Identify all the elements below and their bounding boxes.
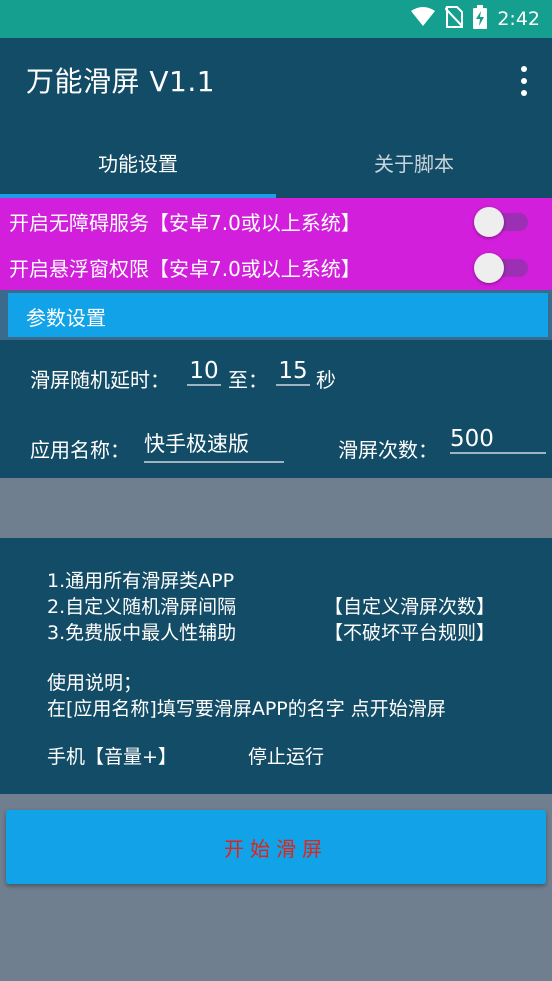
more-vert-icon[interactable] (518, 66, 530, 96)
app-name-label: 应用名称： (30, 438, 130, 462)
overlay-switch-row[interactable]: 开启悬浮窗权限【安卓7.0或以上系统】 (0, 244, 552, 290)
app-screen: 2:42 万能滑屏 V1.1 功能设置 关于脚本 开启无障碍服务【安卓7.0或以… (0, 0, 552, 981)
start-swipe-label: 开始滑屏 (224, 836, 328, 861)
tab-bar: 功能设置 关于脚本 (0, 126, 552, 198)
overlay-switch[interactable] (474, 252, 530, 283)
info-line-3-right: 【不破坏平台规则】 (324, 622, 496, 644)
swipe-count-label: 滑屏次数： (338, 438, 438, 462)
overlay-switch-label: 开启悬浮窗权限【安卓7.0或以上系统】 (9, 256, 361, 281)
delay-label: 滑屏随机延时： (30, 368, 170, 392)
status-bar: 2:42 (0, 0, 552, 38)
status-icons: 2:42 (411, 0, 540, 38)
accessibility-switch-label: 开启无障碍服务【安卓7.0或以上系统】 (9, 210, 361, 235)
accessibility-switch[interactable] (474, 206, 530, 237)
start-swipe-button[interactable]: 开始滑屏 (6, 810, 546, 884)
usage-text: 在[应用名称]填写要滑屏APP的名字 点开始滑屏 (47, 698, 446, 720)
app-title: 万能滑屏 V1.1 (26, 65, 216, 98)
info-line-1: 1.通用所有滑屏类APP (47, 570, 235, 592)
spacer (0, 478, 552, 538)
app-bar: 万能滑屏 V1.1 (0, 38, 552, 126)
delay-max-input[interactable]: 15 (276, 358, 310, 386)
status-time: 2:42 (497, 8, 540, 30)
seconds-label: 秒 (316, 368, 336, 392)
permission-switches: 开启无障碍服务【安卓7.0或以上系统】 开启悬浮窗权限【安卓7.0或以上系统】 (0, 198, 552, 290)
info-line-2-right: 【自定义滑屏次数】 (324, 596, 496, 618)
info-line-3-left: 3.免费版中最人性辅助 (47, 622, 237, 644)
delay-min-input[interactable]: 10 (187, 358, 221, 386)
tab-function-settings[interactable]: 功能设置 (0, 126, 276, 198)
params-title: 参数设置 (26, 306, 106, 330)
tab-about-script[interactable]: 关于脚本 (276, 126, 552, 198)
usage-title: 使用说明； (47, 672, 143, 694)
accessibility-switch-row[interactable]: 开启无障碍服务【安卓7.0或以上系统】 (0, 198, 552, 244)
info-panel: 1.通用所有滑屏类APP 2.自定义随机滑屏间隔 【自定义滑屏次数】 3.免费版… (0, 538, 552, 794)
battery-charging-icon (473, 5, 488, 33)
stop-text: 停止运行 (248, 746, 325, 768)
params-header: 参数设置 (0, 290, 552, 340)
stop-key: 手机【音量+】 (47, 746, 177, 768)
wifi-icon (411, 7, 436, 31)
params-body: 滑屏随机延时： 10 至： 15 秒 应用名称： 快手极速版 滑屏次数： 500 (0, 340, 552, 478)
to-label: 至： (228, 368, 268, 392)
no-sim-icon (444, 6, 465, 32)
swipe-count-input[interactable]: 500 (450, 426, 546, 454)
info-line-2-left: 2.自定义随机滑屏间隔 (47, 596, 237, 618)
app-name-input[interactable]: 快手极速版 (144, 428, 284, 463)
